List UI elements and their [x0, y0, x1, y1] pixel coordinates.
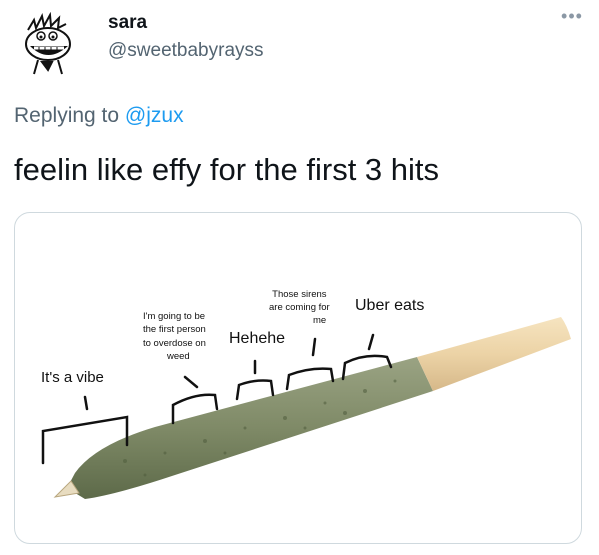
joint-body: [67, 357, 433, 499]
tweet-text: feelin like effy for the first 3 hits: [14, 152, 440, 187]
label-sirens: Those sirens are coming for me: [269, 289, 330, 327]
replying-to: Replying to @jzux: [14, 104, 184, 128]
label-its-a-vibe: It's a vibe: [41, 369, 104, 386]
tweet-media-image[interactable]: It's a vibe I'm going to be the first pe…: [14, 212, 582, 544]
label-overdose-line: weed: [167, 350, 190, 362]
user-handle[interactable]: @sweetbabyrayss: [108, 40, 264, 62]
label-sirens-line: Those sirens: [272, 289, 327, 300]
label-overdose-line: the first person: [143, 324, 206, 336]
label-sirens-line: me: [313, 314, 327, 326]
joint-filter: [417, 317, 571, 391]
label-sirens-line: are coming for: [269, 301, 330, 313]
reply-mention-link[interactable]: @jzux: [125, 104, 184, 127]
label-overdose-line: I'm going to be: [143, 311, 206, 322]
avatar[interactable]: [14, 12, 80, 78]
label-uber-eats: Uber eats: [355, 297, 425, 314]
tweet-header: sara @sweetbabyrayss •••: [0, 0, 599, 90]
more-horizontal-icon[interactable]: •••: [557, 4, 587, 28]
avatar-cartoon-icon: [15, 12, 79, 77]
label-overdose: I'm going to be the first person to over…: [143, 310, 206, 363]
label-overdose-line: to overdose on: [143, 337, 206, 349]
display-name[interactable]: sara: [108, 12, 147, 34]
replying-to-label: Replying to: [14, 104, 120, 127]
label-hehehe: Hehehe: [229, 330, 286, 347]
